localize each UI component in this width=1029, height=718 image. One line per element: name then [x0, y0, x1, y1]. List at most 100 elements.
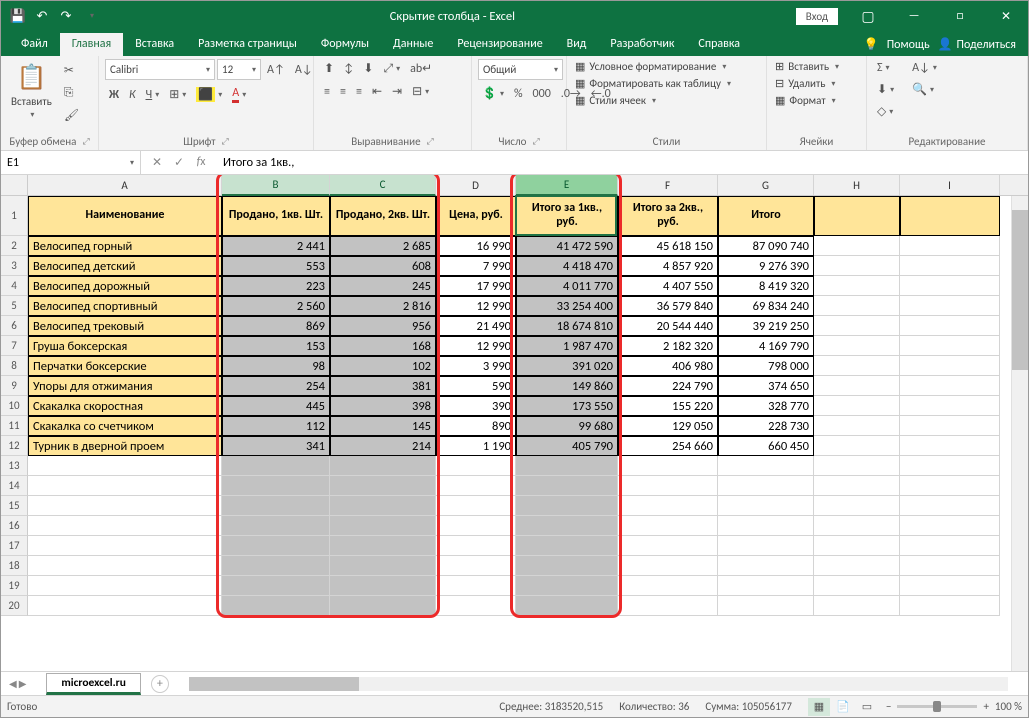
cell[interactable] — [900, 396, 1000, 416]
font-color-button[interactable]: A▾ — [228, 84, 250, 105]
align-top-button[interactable]: ⬆ — [320, 59, 338, 78]
merge-button[interactable]: ⊟▾ — [408, 82, 433, 101]
cell[interactable] — [330, 536, 436, 556]
cut-button[interactable]: ✂ — [60, 61, 83, 80]
column-header-B[interactable]: B — [222, 175, 330, 196]
italic-button[interactable]: К — [125, 86, 140, 104]
cell[interactable]: 112 — [222, 416, 330, 436]
row-header[interactable]: 19 — [1, 576, 28, 596]
delete-cells-button[interactable]: ⊟ Удалить ▾ — [773, 76, 841, 91]
cell[interactable]: 224 790 — [618, 376, 718, 396]
cell[interactable] — [900, 256, 1000, 276]
cell[interactable] — [28, 536, 222, 556]
fill-color-button[interactable]: ⬛▾ — [192, 85, 226, 104]
format-painter-button[interactable]: 🖌 — [60, 106, 83, 125]
cell[interactable] — [900, 416, 1000, 436]
cell[interactable]: 4 857 920 — [618, 256, 718, 276]
tab-data[interactable]: Данные — [381, 33, 445, 56]
cell[interactable]: 398 — [330, 396, 436, 416]
cell[interactable]: 228 730 — [718, 416, 814, 436]
insert-cells-button[interactable]: ⊞ Вставить ▾ — [773, 59, 841, 74]
align-middle-button[interactable]: ↕ — [340, 60, 357, 78]
cell[interactable]: Турник в дверной проем — [28, 436, 222, 456]
cell[interactable]: 608 — [330, 256, 436, 276]
formula-input[interactable]: Итого за 1кв., — [217, 155, 1028, 170]
cell[interactable] — [814, 196, 900, 236]
cell[interactable]: Велосипед дорожный — [28, 276, 222, 296]
view-page-break-button[interactable]: ▭ — [856, 698, 878, 716]
cell[interactable] — [814, 456, 900, 476]
cell[interactable]: 4 169 790 — [718, 336, 814, 356]
cell[interactable] — [516, 596, 618, 616]
borders-button[interactable]: ⊞▾ — [165, 85, 190, 104]
cell[interactable] — [900, 436, 1000, 456]
cell[interactable]: 1 190 — [436, 436, 516, 456]
column-header-F[interactable]: F — [618, 175, 718, 195]
cell[interactable] — [330, 456, 436, 476]
cell[interactable] — [718, 536, 814, 556]
cell[interactable] — [222, 596, 330, 616]
decrease-font-button[interactable]: A↓ — [291, 61, 317, 79]
cell[interactable]: 4 407 550 — [618, 276, 718, 296]
cell[interactable]: 445 — [222, 396, 330, 416]
cell[interactable] — [618, 536, 718, 556]
cell[interactable]: Цена, руб. — [436, 196, 516, 236]
cell[interactable] — [618, 556, 718, 576]
cell[interactable] — [330, 556, 436, 576]
row-header[interactable]: 17 — [1, 536, 28, 556]
font-name-select[interactable]: Calibri▾ — [105, 59, 215, 80]
row-header[interactable]: 12 — [1, 436, 28, 456]
cell[interactable]: 890 — [436, 416, 516, 436]
tab-help[interactable]: Справка — [686, 33, 752, 56]
row-header[interactable]: 9 — [1, 376, 28, 396]
launcher-icon[interactable]: ⤢ — [532, 136, 539, 147]
cell[interactable] — [516, 496, 618, 516]
sort-filter-button[interactable]: A↓▾ — [908, 59, 941, 77]
cell[interactable]: 18 674 810 — [516, 316, 618, 336]
cell[interactable] — [436, 556, 516, 576]
decrease-indent-button[interactable]: ⇤ — [368, 82, 386, 101]
cell[interactable]: 391 020 — [516, 356, 618, 376]
cell[interactable] — [814, 576, 900, 596]
cell[interactable]: 168 — [330, 336, 436, 356]
row-header[interactable]: 5 — [1, 296, 28, 316]
horizontal-scrollbar[interactable] — [189, 677, 1008, 691]
align-bottom-button[interactable]: ⬇ — [359, 59, 377, 78]
row-header[interactable]: 15 — [1, 496, 28, 516]
close-button[interactable]: ✕ — [984, 1, 1028, 31]
cell[interactable]: 406 980 — [618, 356, 718, 376]
cell[interactable] — [900, 496, 1000, 516]
undo-icon[interactable]: ↶ — [33, 7, 51, 25]
cell[interactable]: 69 834 240 — [718, 296, 814, 316]
cell[interactable]: Груша боксерская — [28, 336, 222, 356]
row-header[interactable]: 8 — [1, 356, 28, 376]
save-icon[interactable]: 💾 — [9, 7, 27, 25]
wrap-text-button[interactable]: ab↵ — [406, 59, 436, 78]
cell[interactable]: 4 011 770 — [516, 276, 618, 296]
cancel-formula-button[interactable]: ✕ — [147, 155, 167, 170]
cell[interactable] — [330, 496, 436, 516]
cell[interactable] — [900, 316, 1000, 336]
cell[interactable]: 341 — [222, 436, 330, 456]
align-right-button[interactable]: ≡ — [352, 83, 366, 101]
cell[interactable]: Скакалка скоростная — [28, 396, 222, 416]
cell[interactable]: 21 490 — [436, 316, 516, 336]
cell[interactable] — [28, 576, 222, 596]
cell[interactable]: 869 — [222, 316, 330, 336]
share-button[interactable]: 👤 Поделиться — [938, 37, 1016, 52]
column-header-C[interactable]: C — [330, 175, 436, 196]
align-center-button[interactable]: ≡ — [336, 83, 350, 101]
cell[interactable]: 4 418 470 — [516, 256, 618, 276]
cell[interactable] — [28, 556, 222, 576]
cell[interactable]: 12 990 — [436, 336, 516, 356]
minimize-button[interactable]: — — [892, 1, 936, 31]
cell[interactable] — [900, 356, 1000, 376]
cell[interactable] — [900, 336, 1000, 356]
cell[interactable]: Велосипед трековый — [28, 316, 222, 336]
cell[interactable]: Продано, 1кв. Шт. — [222, 196, 330, 236]
cell[interactable] — [436, 596, 516, 616]
cell[interactable] — [814, 376, 900, 396]
cell[interactable]: 381 — [330, 376, 436, 396]
cell[interactable] — [330, 596, 436, 616]
sheet-nav-next[interactable]: ▶ — [19, 677, 27, 690]
